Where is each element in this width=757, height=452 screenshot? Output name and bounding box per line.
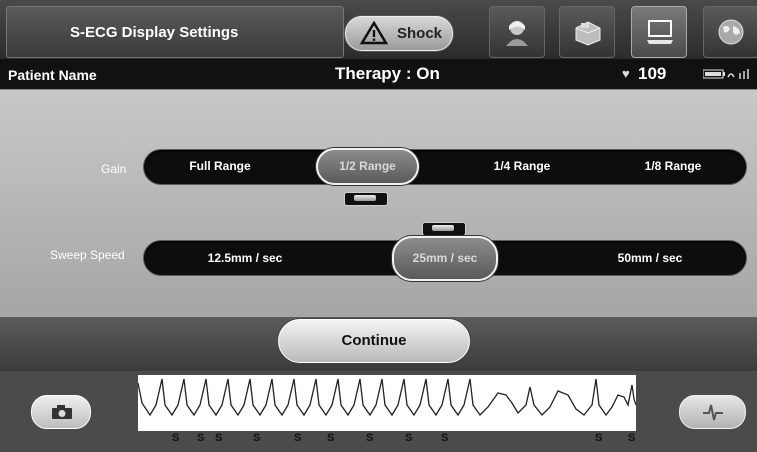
gain-label: Gain <box>101 162 127 176</box>
ecg-trace <box>137 378 637 417</box>
gain-slider-handle[interactable] <box>344 192 388 206</box>
shock-button[interactable]: Shock <box>345 16 453 51</box>
camera-icon <box>52 405 72 419</box>
device-icon <box>575 21 601 46</box>
sweep-option-12-5[interactable]: 12.5mm / sec <box>180 251 310 265</box>
sense-marker: S <box>405 432 413 444</box>
rhythm-button[interactable] <box>679 395 746 429</box>
status-bar: Patient Name Therapy : On ♥ 109 <box>0 59 757 89</box>
screen-title: S-ECG Display Settings <box>70 24 239 41</box>
sense-marker: S <box>172 432 180 444</box>
globe-icon <box>718 19 744 45</box>
top-bar: S-ECG Display Settings Shock <box>0 0 757 59</box>
battery-signal-icon <box>703 69 749 79</box>
sweep-option-25-selected[interactable]: 25mm / sec <box>392 236 498 281</box>
heart-icon: ♥ <box>622 66 630 81</box>
sweep-speed-label: Sweep Speed <box>50 248 125 262</box>
ecg-waveform <box>137 375 637 431</box>
sense-marker: S <box>366 432 374 444</box>
gain-option-half-selected[interactable]: 1/2 Range <box>316 148 419 185</box>
sweep-option-50[interactable]: 50mm / sec <box>585 251 715 265</box>
therapy-status: Therapy : On <box>335 64 440 83</box>
gain-option-quarter[interactable]: 1/4 Range <box>467 159 577 173</box>
warning-icon <box>360 21 388 45</box>
gain-option-eighth[interactable]: 1/8 Range <box>618 159 728 173</box>
sense-marker: S <box>215 432 223 444</box>
device-tab[interactable] <box>559 6 615 58</box>
capture-button[interactable] <box>31 395 91 429</box>
globe-tab[interactable] <box>703 6 757 58</box>
rhythm-icon <box>703 404 723 421</box>
display-settings-tab[interactable] <box>631 6 687 58</box>
sense-marker: S <box>595 432 603 444</box>
sense-marker: S <box>628 432 636 444</box>
patient-name: Patient Name <box>8 67 97 83</box>
sense-marker: S <box>294 432 302 444</box>
sense-marker: S <box>197 432 205 444</box>
patient-tab[interactable] <box>489 6 545 58</box>
heart-rate: 109 <box>638 64 667 83</box>
continue-button[interactable]: Continue <box>278 319 470 363</box>
shock-label: Shock <box>397 25 443 42</box>
sense-marker: S <box>441 432 449 444</box>
sweep-slider-handle[interactable] <box>422 222 466 236</box>
patient-icon <box>506 21 528 46</box>
sense-marker: S <box>327 432 335 444</box>
gain-option-full[interactable]: Full Range <box>165 159 275 173</box>
display-settings-icon <box>647 20 673 44</box>
sense-marker: S <box>253 432 261 444</box>
